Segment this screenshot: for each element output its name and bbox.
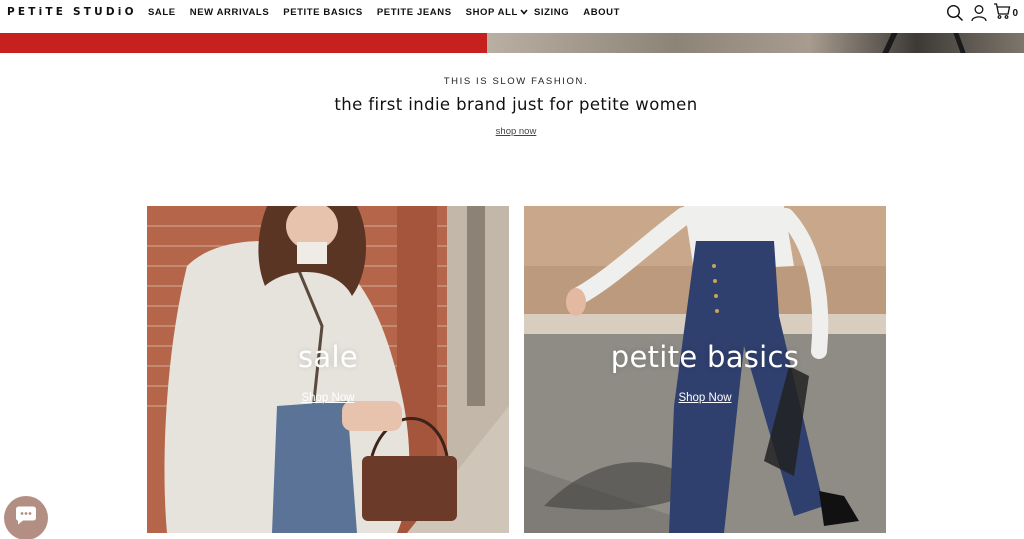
banner-photo: [487, 33, 1024, 53]
sale-shop-now-link[interactable]: Shop Now: [301, 392, 354, 404]
nav-item-sizing[interactable]: SIZING: [534, 7, 569, 18]
header-icons: 0: [945, 2, 1018, 25]
sale-card[interactable]: sale Shop Now: [147, 206, 509, 533]
nav-item-new-arrivals[interactable]: NEW ARRIVALS: [190, 7, 270, 18]
chat-icon: [14, 506, 38, 531]
banner-red-panel: [0, 33, 487, 53]
petite-basics-shop-now-link[interactable]: Shop Now: [678, 392, 731, 404]
nav-item-shop-all[interactable]: SHOP ALL: [466, 7, 528, 18]
chat-button[interactable]: [4, 496, 48, 539]
intro-headline: the first indie brand just for petite wo…: [334, 95, 698, 114]
hero-banner-strip[interactable]: [0, 33, 1024, 53]
cart-button[interactable]: 0: [993, 2, 1018, 25]
sale-card-link-wrap: Shop Now: [147, 392, 509, 404]
brand-logo[interactable]: PETiTE STUDiO: [7, 6, 137, 18]
nav-item-petite-jeans[interactable]: PETITE JEANS: [377, 7, 452, 18]
intro-tagline: THIS IS SLOW FASHION.: [443, 76, 589, 87]
petite-basics-card-link-wrap: Shop Now: [524, 392, 886, 404]
petite-basics-card-title: petite basics: [610, 340, 800, 374]
cart-count: 0: [1012, 7, 1018, 19]
account-icon[interactable]: [969, 3, 989, 23]
intro-shop-now-link[interactable]: shop now: [496, 126, 537, 137]
search-icon[interactable]: [945, 3, 965, 23]
nav-item-shop-all-label: SHOP ALL: [465, 7, 518, 18]
nav-item-petite-basics[interactable]: PETITE BASICS: [283, 7, 363, 18]
site-header: PETiTE STUDiO SALE NEW ARRIVALS PETITE B…: [0, 0, 1024, 33]
nav-item-about[interactable]: ABOUT: [583, 7, 620, 18]
intro-shop-link-wrap: shop now: [0, 126, 1024, 137]
petite-basics-card[interactable]: petite basics Shop Now: [524, 206, 886, 533]
cart-icon: [993, 2, 1011, 25]
sale-card-title: sale: [298, 340, 358, 374]
main-nav: SALE NEW ARRIVALS PETITE BASICS PETITE J…: [148, 7, 620, 18]
chevron-down-icon: [520, 7, 528, 18]
nav-item-sale[interactable]: SALE: [148, 7, 176, 18]
